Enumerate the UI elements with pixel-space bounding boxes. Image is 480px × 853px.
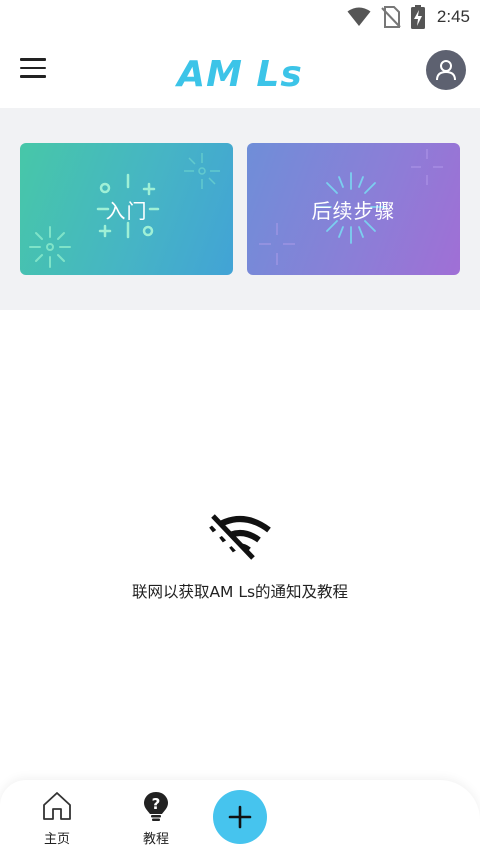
status-icons: 2:45	[347, 4, 470, 30]
card-getting-started[interactable]: 入门	[20, 143, 233, 275]
bottom-navigation: 主页 ? 教程	[0, 780, 480, 853]
nav-home[interactable]: 主页	[27, 790, 87, 847]
home-icon	[43, 792, 71, 820]
add-button[interactable]	[213, 790, 267, 844]
svg-text:?: ?	[152, 795, 161, 813]
offline-message: 联网以获取AM Ls的通知及教程	[0, 500, 480, 602]
app-logo: AM Ls	[175, 54, 303, 95]
wifi-icon	[347, 7, 371, 26]
person-icon	[436, 60, 456, 81]
card-getting-started-label: 入门	[105, 198, 148, 223]
nav-tutorial[interactable]: ? 教程	[126, 790, 186, 847]
status-bar: 2:45	[0, 0, 480, 34]
app-bar: AM Ls	[0, 34, 480, 108]
card-next-steps[interactable]: 后续步骤	[247, 143, 460, 275]
no-sim-icon	[381, 6, 401, 28]
status-time: 2:45	[436, 7, 470, 26]
wifi-off-icon	[207, 514, 271, 562]
nav-tutorial-label: 教程	[142, 832, 169, 847]
battery-charging-icon	[410, 5, 425, 29]
hamburger-menu-icon[interactable]	[20, 58, 46, 80]
quick-cards-area: 入门 后续步骤	[0, 108, 480, 310]
card-next-steps-label: 后续步骤	[311, 198, 396, 223]
help-bulb-icon: ?	[144, 792, 168, 821]
app-screen: 2:45 AM Ls 入门 后续步骤 联网以获取AM Ls的通知及教程 主页 ?…	[0, 0, 480, 853]
logo-text: AM Ls	[175, 54, 303, 95]
plus-icon	[228, 805, 252, 829]
offline-message-text: 联网以获取AM Ls的通知及教程	[131, 583, 349, 601]
user-avatar-icon[interactable]	[426, 50, 466, 90]
nav-home-label: 主页	[43, 832, 70, 847]
